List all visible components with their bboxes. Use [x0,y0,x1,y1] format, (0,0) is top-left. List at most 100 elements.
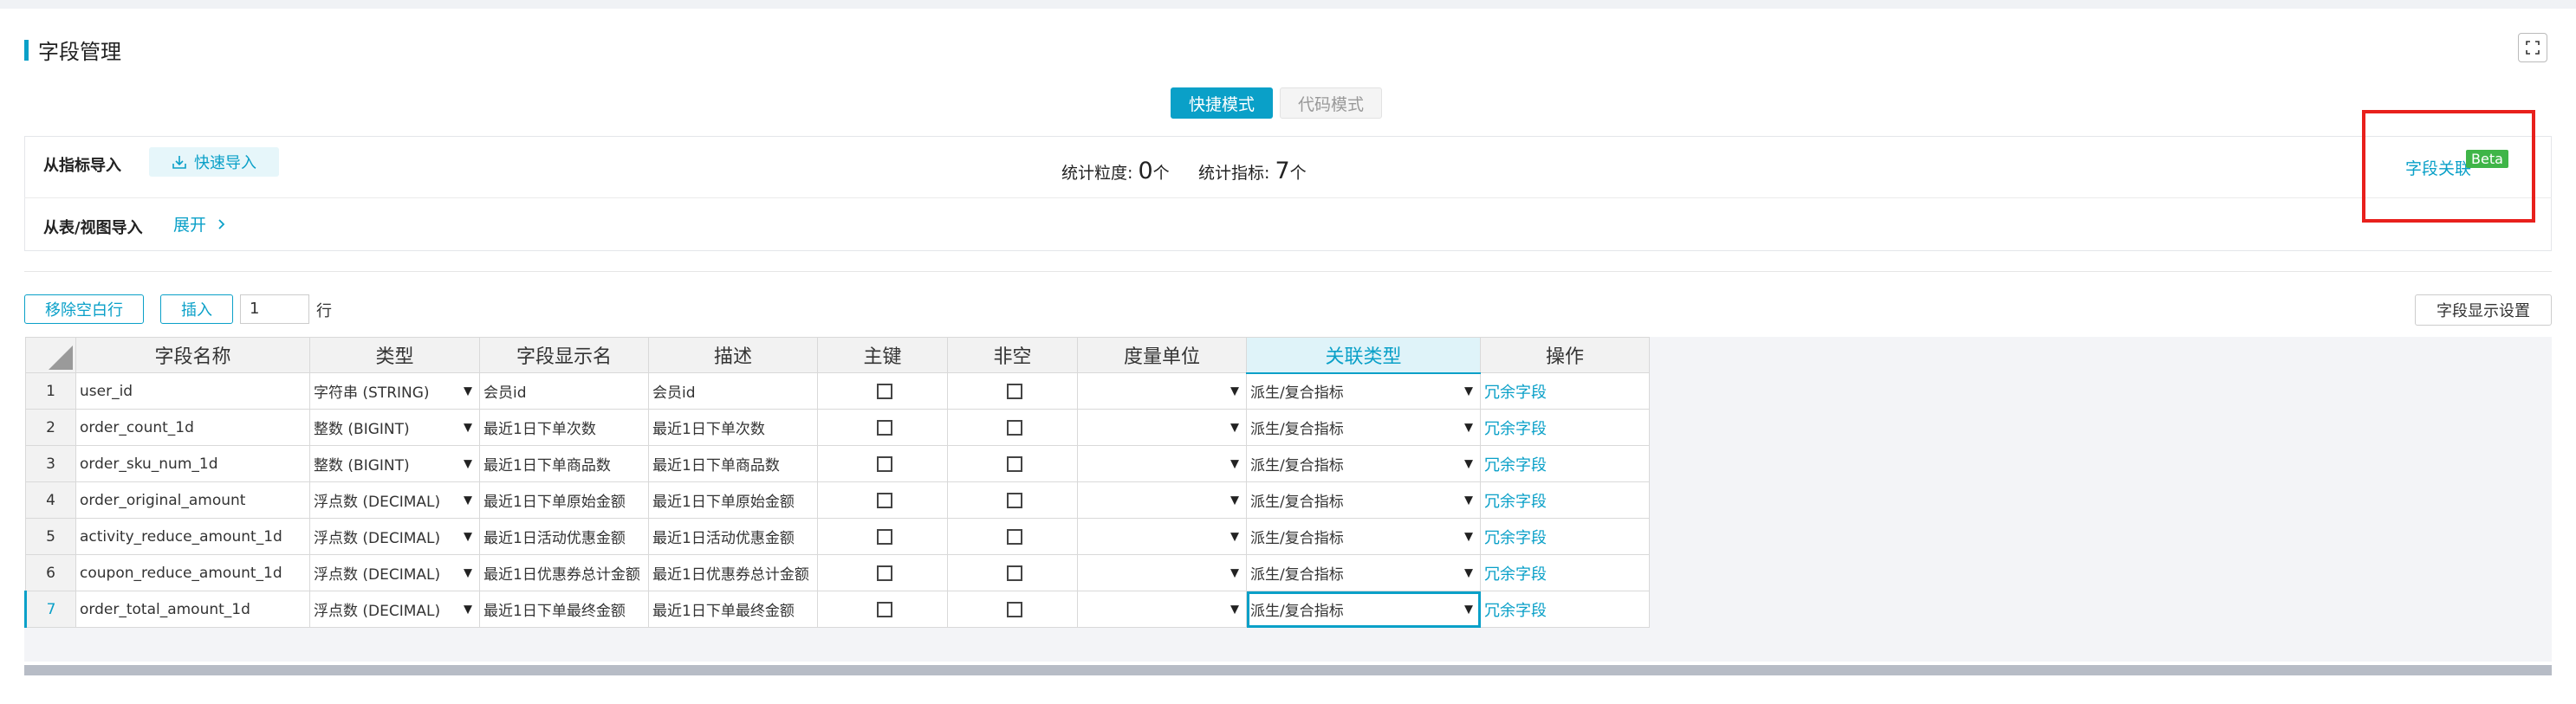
row-number[interactable]: 7 [24,591,76,628]
redundant-field-link[interactable]: 冗余字段 [1484,565,1547,584]
remove-blank-rows-button[interactable]: 移除空白行 [24,294,144,324]
cell-field-name[interactable]: activity_reduce_amount_1d [75,518,310,555]
primary-key-checkbox[interactable] [876,565,892,581]
cell-type[interactable]: 整数 (BIGINT) ▼ [309,409,480,446]
cell-type[interactable]: 浮点数 (DECIMAL) ▼ [309,481,480,519]
cell-field-name[interactable]: order_total_amount_1d [75,591,310,628]
not-null-checkbox[interactable] [1006,455,1022,472]
quick-import-button[interactable]: 快速导入 [149,147,279,177]
cell-unit[interactable]: ▼ [1077,445,1247,482]
cell-relation-type[interactable]: 派生/复合指标 ▼ [1246,409,1481,446]
cell-display-name[interactable]: 最近1日活动优惠金额 [479,518,649,555]
row-count-input[interactable]: 1 [240,294,309,324]
cell-not-null[interactable] [947,372,1078,410]
cell-relation-type[interactable]: 派生/复合指标 ▼ [1246,554,1481,591]
primary-key-checkbox[interactable] [876,383,892,399]
not-null-checkbox[interactable] [1006,565,1022,581]
cell-relation-type[interactable]: 派生/复合指标 ▼ [1246,372,1481,410]
row-number[interactable]: 5 [25,518,76,555]
cell-primary-key[interactable] [817,518,948,555]
cell-display-name[interactable]: 最近1日下单次数 [479,409,649,446]
select-all-corner[interactable] [25,337,76,373]
not-null-checkbox[interactable] [1006,528,1022,545]
cell-description[interactable]: 最近1日活动优惠金额 [648,518,818,555]
cell-field-name[interactable]: order_sku_num_1d [75,445,310,482]
cell-unit[interactable]: ▼ [1077,518,1247,555]
code-mode-tab[interactable]: 代码模式 [1280,87,1382,119]
cell-field-name[interactable]: order_original_amount [75,481,310,519]
cell-unit[interactable]: ▼ [1077,481,1247,519]
primary-key-checkbox[interactable] [876,419,892,436]
cell-type[interactable]: 整数 (BIGINT) ▼ [309,445,480,482]
cell-field-name[interactable]: order_count_1d [75,409,310,446]
table-row[interactable]: 6 coupon_reduce_amount_1d 浮点数 (DECIMAL) ▼… [25,554,1650,591]
quick-mode-tab[interactable]: 快捷模式 [1171,87,1273,119]
cell-primary-key[interactable] [817,372,948,410]
cell-display-name[interactable]: 最近1日下单最终金额 [479,591,649,628]
cell-field-name[interactable]: user_id [75,372,310,410]
table-row[interactable]: 2 order_count_1d 整数 (BIGINT) ▼ 最近1日下单次数 最… [25,409,1650,446]
row-number[interactable]: 1 [25,372,76,410]
cell-relation-type[interactable]: 派生/复合指标 ▼ [1246,481,1481,519]
cell-description[interactable]: 最近1日下单原始金额 [648,481,818,519]
redundant-field-link[interactable]: 冗余字段 [1484,529,1547,547]
primary-key-checkbox[interactable] [876,601,892,617]
cell-type[interactable]: 浮点数 (DECIMAL) ▼ [309,554,480,591]
fullscreen-button[interactable] [2518,33,2547,62]
not-null-checkbox[interactable] [1006,492,1022,508]
redundant-field-link[interactable]: 冗余字段 [1484,456,1547,475]
row-number[interactable]: 6 [25,554,76,591]
cell-description[interactable]: 最近1日下单次数 [648,409,818,446]
table-row[interactable]: 7 order_total_amount_1d 浮点数 (DECIMAL) ▼ 最… [24,591,1650,628]
redundant-field-link[interactable]: 冗余字段 [1484,384,1547,402]
cell-description[interactable]: 最近1日下单最终金额 [648,591,818,628]
redundant-field-link[interactable]: 冗余字段 [1484,602,1547,620]
cell-description[interactable]: 会员id [648,372,818,410]
row-number[interactable]: 2 [25,409,76,446]
cell-relation-type[interactable]: 派生/复合指标 ▼ [1246,445,1481,482]
not-null-checkbox[interactable] [1006,383,1022,399]
table-row[interactable]: 5 activity_reduce_amount_1d 浮点数 (DECIMAL… [25,518,1650,555]
cell-description[interactable]: 最近1日优惠券总计金额 [648,554,818,591]
cell-primary-key[interactable] [817,409,948,446]
cell-type[interactable]: 字符串 (STRING) ▼ [309,372,480,410]
table-row[interactable]: 4 order_original_amount 浮点数 (DECIMAL) ▼ 最… [25,481,1650,519]
cell-relation-type[interactable]: 派生/复合指标 ▼ [1246,591,1481,628]
cell-not-null[interactable] [947,518,1078,555]
primary-key-checkbox[interactable] [876,455,892,472]
cell-unit[interactable]: ▼ [1077,591,1247,628]
cell-not-null[interactable] [947,554,1078,591]
cell-primary-key[interactable] [817,481,948,519]
table-row[interactable]: 3 order_sku_num_1d 整数 (BIGINT) ▼ 最近1日下单商品… [25,445,1650,482]
primary-key-checkbox[interactable] [876,492,892,508]
cell-field-name[interactable]: coupon_reduce_amount_1d [75,554,310,591]
cell-not-null[interactable] [947,591,1078,628]
primary-key-checkbox[interactable] [876,528,892,545]
cell-not-null[interactable] [947,445,1078,482]
row-number[interactable]: 4 [25,481,76,519]
insert-button[interactable]: 插入 [160,294,233,324]
redundant-field-link[interactable]: 冗余字段 [1484,493,1547,511]
not-null-checkbox[interactable] [1006,601,1022,617]
cell-type[interactable]: 浮点数 (DECIMAL) ▼ [309,518,480,555]
cell-unit[interactable]: ▼ [1077,554,1247,591]
redundant-field-link[interactable]: 冗余字段 [1484,420,1547,438]
cell-primary-key[interactable] [817,445,948,482]
not-null-checkbox[interactable] [1006,419,1022,436]
cell-primary-key[interactable] [817,554,948,591]
expand-link[interactable]: 展开 [173,212,227,236]
cell-description[interactable]: 最近1日下单商品数 [648,445,818,482]
row-number[interactable]: 3 [25,445,76,482]
table-row[interactable]: 1 user_id 字符串 (STRING) ▼ 会员id 会员id ▼ 派生/复… [25,372,1650,410]
cell-display-name[interactable]: 会员id [479,372,649,410]
cell-display-name[interactable]: 最近1日下单原始金额 [479,481,649,519]
cell-relation-type[interactable]: 派生/复合指标 ▼ [1246,518,1481,555]
cell-display-name[interactable]: 最近1日下单商品数 [479,445,649,482]
cell-display-name[interactable]: 最近1日优惠券总计金额 [479,554,649,591]
cell-primary-key[interactable] [817,591,948,628]
cell-not-null[interactable] [947,481,1078,519]
cell-unit[interactable]: ▼ [1077,409,1247,446]
cell-type[interactable]: 浮点数 (DECIMAL) ▼ [309,591,480,628]
display-settings-button[interactable]: 字段显示设置 [2415,294,2552,326]
cell-unit[interactable]: ▼ [1077,372,1247,410]
